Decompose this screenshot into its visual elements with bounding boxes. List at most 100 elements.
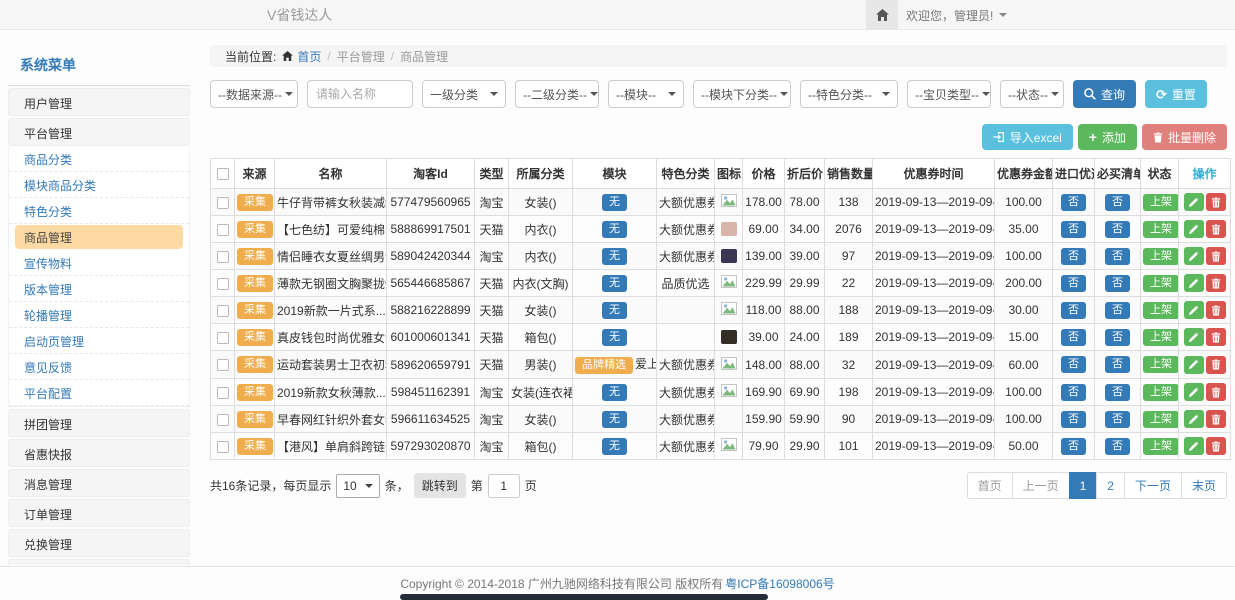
status-badge[interactable]: 上架 — [1143, 221, 1179, 238]
delete-button[interactable] — [1206, 410, 1226, 428]
must-buy-badge[interactable]: 否 — [1105, 411, 1130, 428]
imported-badge[interactable]: 否 — [1061, 384, 1086, 401]
module-select[interactable]: --模块-- — [608, 80, 684, 108]
level1-category-select[interactable]: 一级分类 — [422, 80, 506, 108]
horizontal-scrollbar-thumb[interactable] — [400, 594, 768, 600]
edit-button[interactable] — [1184, 410, 1204, 428]
status-badge[interactable]: 上架 — [1143, 356, 1179, 373]
delete-button[interactable] — [1206, 301, 1226, 319]
row-checkbox[interactable] — [217, 251, 229, 263]
module-subcategory-select[interactable]: --模块下分类-- — [693, 80, 791, 108]
sidebar-item[interactable]: 提现管理 — [8, 559, 190, 565]
must-buy-badge[interactable]: 否 — [1105, 302, 1130, 319]
imported-badge[interactable]: 否 — [1061, 438, 1086, 455]
page-button-首页[interactable]: 首页 — [967, 472, 1013, 499]
row-checkbox[interactable] — [217, 332, 229, 344]
status-badge[interactable]: 上架 — [1143, 384, 1179, 401]
row-checkbox[interactable] — [217, 387, 229, 399]
breadcrumb-home-link[interactable]: 首页 — [282, 48, 321, 65]
sidebar-item[interactable]: 订单管理 — [8, 499, 190, 527]
sidebar-item[interactable]: 省惠快报 — [8, 439, 190, 467]
delete-button[interactable] — [1206, 193, 1226, 211]
delete-button[interactable] — [1206, 356, 1226, 374]
imported-badge[interactable]: 否 — [1061, 248, 1086, 265]
delete-button[interactable] — [1206, 274, 1226, 292]
edit-button[interactable] — [1184, 356, 1204, 374]
sidebar-subitem[interactable]: 启动页管理 — [9, 328, 189, 354]
status-badge[interactable]: 上架 — [1143, 329, 1179, 346]
sidebar-item[interactable]: 兑换管理 — [8, 529, 190, 557]
page-button-末页[interactable]: 末页 — [1181, 472, 1227, 499]
item-type-select[interactable]: --宝贝类型-- — [907, 80, 991, 108]
status-badge[interactable]: 上架 — [1143, 438, 1179, 455]
must-buy-badge[interactable]: 否 — [1105, 221, 1130, 238]
imported-badge[interactable]: 否 — [1061, 194, 1086, 211]
must-buy-badge[interactable]: 否 — [1105, 329, 1130, 346]
delete-button[interactable] — [1206, 247, 1226, 265]
imported-badge[interactable]: 否 — [1061, 329, 1086, 346]
edit-button[interactable] — [1184, 301, 1204, 319]
page-button-1[interactable]: 1 — [1069, 472, 1098, 499]
edit-button[interactable] — [1184, 383, 1204, 401]
batch-delete-button[interactable]: 批量删除 — [1142, 124, 1227, 150]
sidebar-subitem-active[interactable]: 商品管理 — [15, 225, 183, 249]
import-excel-button[interactable]: 导入excel — [982, 124, 1073, 150]
delete-button[interactable] — [1206, 220, 1226, 238]
imported-badge[interactable]: 否 — [1061, 411, 1086, 428]
row-checkbox[interactable] — [217, 305, 229, 317]
status-badge[interactable]: 上架 — [1143, 194, 1179, 211]
must-buy-badge[interactable]: 否 — [1105, 356, 1130, 373]
edit-button[interactable] — [1184, 220, 1204, 238]
sidebar-subitem[interactable]: 版本管理 — [9, 276, 189, 302]
edit-button[interactable] — [1184, 437, 1204, 455]
page-button-2[interactable]: 2 — [1096, 472, 1125, 499]
jump-page-input[interactable] — [488, 474, 520, 498]
delete-button[interactable] — [1206, 383, 1226, 401]
navbar-home-button[interactable] — [866, 0, 898, 29]
sidebar-subitem[interactable]: 特色分类 — [9, 198, 189, 224]
page-button-下一页[interactable]: 下一页 — [1124, 472, 1182, 499]
sidebar-subitem[interactable]: 商品分类 — [9, 146, 189, 172]
name-search-input[interactable] — [307, 80, 413, 108]
reset-button[interactable]: ⟳ 重置 — [1145, 80, 1207, 108]
row-checkbox[interactable] — [217, 359, 229, 371]
status-badge[interactable]: 上架 — [1143, 302, 1179, 319]
row-checkbox[interactable] — [217, 197, 229, 209]
status-badge[interactable]: 上架 — [1143, 248, 1179, 265]
sidebar-subitem[interactable]: 宣传物料 — [9, 250, 189, 276]
row-checkbox[interactable] — [217, 441, 229, 453]
icp-link[interactable]: 粤ICP备16098006号 — [725, 575, 834, 592]
sidebar-subitem[interactable]: 意见反馈 — [9, 354, 189, 380]
imported-badge[interactable]: 否 — [1061, 275, 1086, 292]
status-badge[interactable]: 上架 — [1143, 275, 1179, 292]
add-button[interactable]: + 添加 — [1078, 124, 1137, 150]
sidebar-item[interactable]: 平台管理 — [8, 118, 190, 146]
row-checkbox[interactable] — [217, 278, 229, 290]
search-button[interactable]: 查询 — [1073, 80, 1136, 108]
status-badge[interactable]: 上架 — [1143, 411, 1179, 428]
must-buy-badge[interactable]: 否 — [1105, 384, 1130, 401]
sidebar-item[interactable]: 拼团管理 — [8, 409, 190, 437]
imported-badge[interactable]: 否 — [1061, 302, 1086, 319]
status-select[interactable]: --状态-- — [1000, 80, 1064, 108]
must-buy-badge[interactable]: 否 — [1105, 248, 1130, 265]
must-buy-badge[interactable]: 否 — [1105, 275, 1130, 292]
must-buy-badge[interactable]: 否 — [1105, 194, 1130, 211]
edit-button[interactable] — [1184, 247, 1204, 265]
sidebar-item[interactable]: 用户管理 — [8, 88, 190, 116]
imported-badge[interactable]: 否 — [1061, 221, 1086, 238]
delete-button[interactable] — [1206, 328, 1226, 346]
user-menu[interactable]: 欢迎您，管理员! — [906, 0, 1007, 30]
edit-button[interactable] — [1184, 328, 1204, 346]
page-button-上一页[interactable]: 上一页 — [1012, 472, 1070, 499]
sidebar-subitem[interactable]: 模块商品分类 — [9, 172, 189, 198]
row-checkbox[interactable] — [217, 414, 229, 426]
level2-category-select[interactable]: --二级分类-- — [515, 80, 599, 108]
data-source-select[interactable]: --数据来源-- — [210, 80, 298, 108]
select-all-checkbox[interactable] — [217, 168, 229, 180]
sidebar-item[interactable]: 消息管理 — [8, 469, 190, 497]
edit-button[interactable] — [1184, 193, 1204, 211]
sidebar-subitem[interactable]: 平台配置 — [9, 380, 189, 406]
sidebar-subitem[interactable]: 轮播管理 — [9, 302, 189, 328]
edit-button[interactable] — [1184, 274, 1204, 292]
